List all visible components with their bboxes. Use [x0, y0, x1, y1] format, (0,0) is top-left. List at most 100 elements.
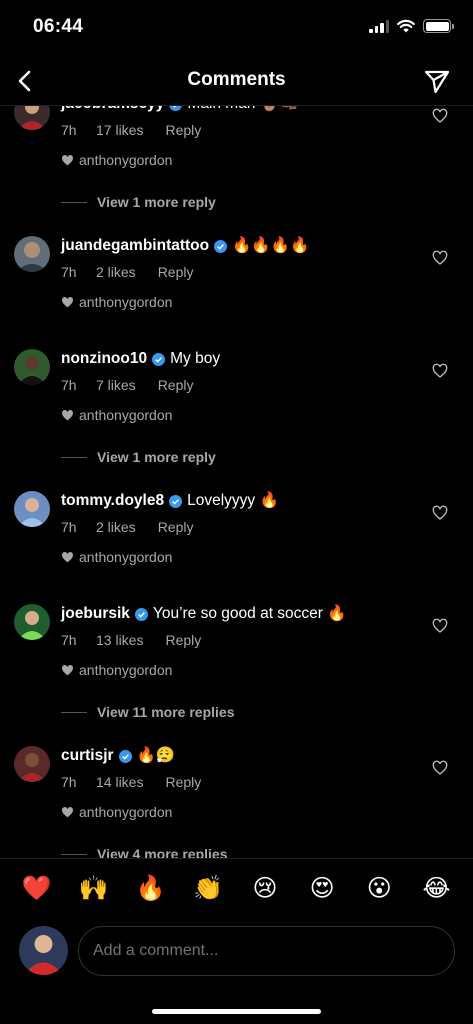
comment-text: 🔥🔥🔥🔥 — [232, 237, 310, 254]
view-more-replies[interactable]: View 1 more reply — [61, 448, 423, 466]
emoji-fire[interactable]: 🔥 — [131, 874, 171, 903]
comment-composer — [0, 922, 473, 982]
comments-list[interactable]: jacobramseyy Main man 🤘🏽👊🏽 7h 17 likes Repl… — [0, 106, 473, 858]
emoji-heart[interactable]: ❤️ — [17, 874, 57, 903]
verified-badge-icon — [169, 106, 183, 111]
heart-filled-icon — [62, 409, 73, 420]
comment-likes[interactable]: 7 likes — [96, 377, 136, 393]
emoji-heart-eyes[interactable]: 😍 — [302, 874, 342, 903]
creator-liked: anthonygordon — [61, 548, 423, 566]
view-more-label[interactable]: View 1 more reply — [97, 194, 216, 210]
comment-username[interactable]: joebursik — [61, 604, 130, 624]
comment-text: 🔥😮‍💨 — [136, 747, 176, 764]
comment-time: 7h — [61, 774, 77, 790]
comment-item: joebursik You’re so good at soccer 🔥 7h 13… — [0, 604, 473, 721]
comment-username[interactable]: juandegambintattoo — [61, 236, 209, 256]
battery-icon — [423, 19, 454, 33]
comment-likes[interactable]: 14 likes — [96, 774, 143, 790]
emoji-laughing[interactable]: 😂 — [416, 874, 456, 903]
comment-likes[interactable]: 13 likes — [96, 632, 143, 648]
avatar[interactable] — [14, 106, 50, 130]
heart-outline-icon[interactable] — [432, 363, 448, 379]
heart-outline-icon[interactable] — [432, 505, 448, 521]
comment-username[interactable]: jacobramseyy — [61, 106, 164, 114]
view-more-replies[interactable]: View 4 more replies — [61, 845, 423, 858]
comment-text: Main man 🤘🏽👊🏽 — [187, 106, 298, 114]
avatar[interactable] — [14, 746, 50, 782]
share-send-icon[interactable] — [423, 67, 451, 95]
creator-liked: anthonygordon — [61, 293, 423, 311]
heart-filled-icon — [62, 296, 73, 307]
creator-liked: anthonygordon — [61, 151, 423, 169]
user-avatar[interactable] — [19, 926, 68, 975]
verified-badge-icon — [134, 607, 148, 621]
comment-text: My boy — [170, 350, 221, 367]
status-bar: 06:44 — [0, 0, 473, 56]
creator-liked: anthonygordon — [61, 406, 423, 424]
comment-time: 7h — [61, 377, 77, 393]
comment-likes[interactable]: 17 likes — [96, 122, 143, 138]
comment-time: 7h — [61, 122, 77, 138]
heart-filled-icon — [62, 551, 73, 562]
status-icons — [369, 19, 454, 33]
view-more-label[interactable]: View 1 more reply — [97, 449, 216, 465]
view-more-label[interactable]: View 4 more replies — [97, 846, 227, 858]
verified-badge-icon — [118, 749, 132, 763]
reply-button[interactable]: Reply — [165, 774, 201, 790]
liked-by-name: anthonygordon — [79, 549, 173, 565]
avatar[interactable] — [14, 491, 50, 527]
reply-button[interactable]: Reply — [158, 377, 194, 393]
creator-liked: anthonygordon — [61, 803, 423, 821]
verified-badge-icon — [214, 239, 228, 253]
liked-by-name: anthonygordon — [79, 662, 173, 678]
view-more-replies[interactable]: View 11 more replies — [61, 703, 423, 721]
heart-outline-icon[interactable] — [432, 108, 448, 124]
comment-likes[interactable]: 2 likes — [96, 264, 136, 280]
heart-outline-icon[interactable] — [432, 760, 448, 776]
avatar[interactable] — [14, 236, 50, 272]
comment-input[interactable] — [78, 926, 455, 976]
comment-username[interactable]: nonzinoo10 — [61, 349, 147, 369]
view-more-replies[interactable]: View 1 more reply — [61, 193, 423, 211]
verified-badge-icon — [152, 352, 166, 366]
avatar[interactable] — [14, 604, 50, 640]
comment-text: Lovelyyyy 🔥 — [187, 492, 279, 509]
creator-liked: anthonygordon — [61, 661, 423, 679]
reply-button[interactable]: Reply — [165, 122, 201, 138]
emoji-surprised[interactable]: 😮 — [359, 874, 399, 903]
comment-item: nonzinoo10 My boy 7h 7 likes Reply anthonyg… — [0, 349, 473, 466]
liked-by-name: anthonygordon — [79, 804, 173, 820]
heart-filled-icon — [62, 154, 73, 165]
comment-item: jacobramseyy Main man 🤘🏽👊🏽 7h 17 likes Repl… — [0, 106, 473, 211]
verified-badge-icon — [169, 494, 183, 508]
reply-button[interactable]: Reply — [158, 519, 194, 535]
header: Comments — [0, 56, 473, 106]
liked-by-name: anthonygordon — [79, 294, 173, 310]
emoji-quick-bar: ❤️ 🙌 🔥 👏 😢 😍 😮 😂 — [0, 858, 473, 918]
liked-by-name: anthonygordon — [79, 407, 173, 423]
comment-likes[interactable]: 2 likes — [96, 519, 136, 535]
heart-outline-icon[interactable] — [432, 250, 448, 266]
emoji-clap[interactable]: 👏 — [188, 874, 228, 903]
comment-username[interactable]: curtisjr — [61, 746, 114, 766]
liked-by-name: anthonygordon — [79, 152, 173, 168]
page-title: Comments — [187, 69, 286, 90]
comment-text: You’re so good at soccer 🔥 — [152, 605, 347, 622]
comment-item: curtisjr 🔥😮‍💨 7h 14 likes Reply anthonygord… — [0, 746, 473, 858]
heart-filled-icon — [62, 664, 73, 675]
reply-button[interactable]: Reply — [158, 264, 194, 280]
comment-time: 7h — [61, 519, 77, 535]
cellular-signal-icon — [369, 19, 389, 33]
reply-button[interactable]: Reply — [165, 632, 201, 648]
emoji-crying[interactable]: 😢 — [245, 874, 285, 903]
comment-time: 7h — [61, 632, 77, 648]
status-time: 06:44 — [33, 16, 84, 37]
heart-filled-icon — [62, 806, 73, 817]
view-more-label[interactable]: View 11 more replies — [97, 704, 235, 720]
comment-username[interactable]: tommy.doyle8 — [61, 491, 164, 511]
emoji-raised-hands[interactable]: 🙌 — [74, 874, 114, 903]
avatar[interactable] — [14, 349, 50, 385]
heart-outline-icon[interactable] — [432, 618, 448, 634]
wifi-icon — [397, 19, 415, 33]
comment-item: tommy.doyle8 Lovelyyyy 🔥 7h 2 likes Reply a… — [0, 491, 473, 566]
